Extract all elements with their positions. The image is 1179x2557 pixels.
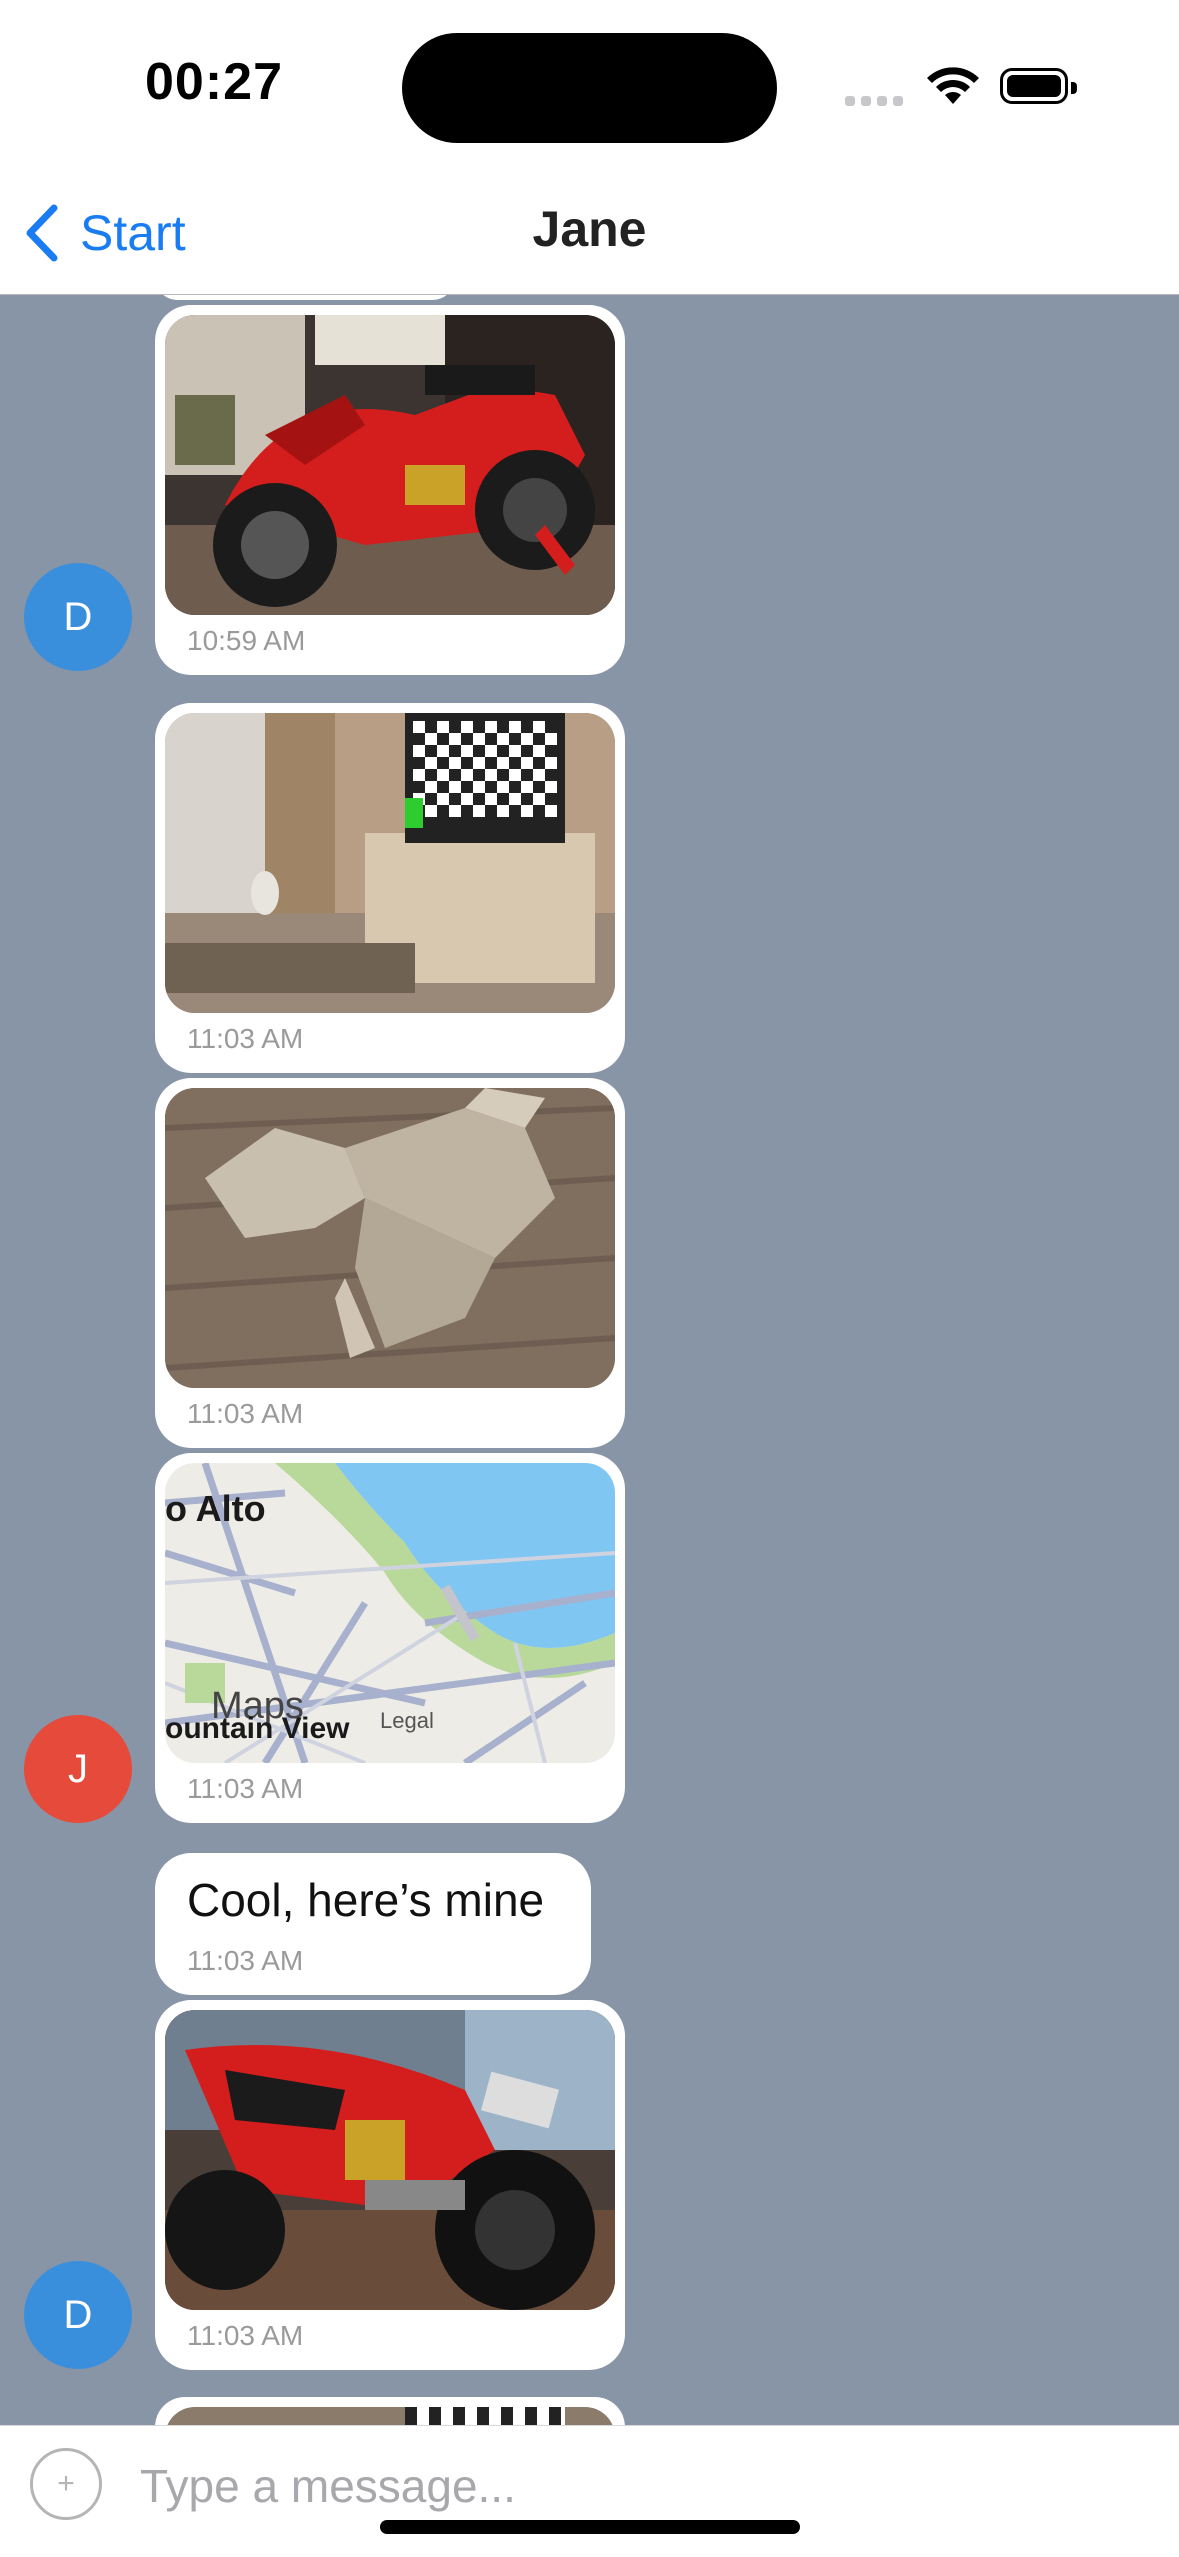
cellular-signal-icon [845,96,905,106]
status-bar: 00:27 [0,0,1179,170]
map-legal-link[interactable]: Legal [380,1708,434,1733]
avatar[interactable]: J [24,1715,132,1823]
motorcycle-rear-photo[interactable] [165,2010,615,2310]
message-time: 11:03 AM [187,1945,304,1976]
map-message-bubble[interactable]: o Alto Maps ountain View Legal 11:03 AM [155,1453,625,1823]
map-snapshot[interactable]: o Alto Maps ountain View Legal [165,1463,615,1763]
message-time: 11:03 AM [187,2320,304,2351]
motorcycle-photo[interactable] [165,315,615,615]
message-composer: + [0,2425,1179,2557]
message-time: 11:03 AM [187,1398,304,1429]
image-message-bubble[interactable]: 11:03 AM [155,703,625,1073]
image-message-bubble[interactable]: 10:59 AM [155,305,625,675]
avatar[interactable]: D [24,2261,132,2369]
message-text: Cool, here’s mine [187,1874,545,1926]
message-input[interactable] [138,2450,1042,2522]
message-time: 10:59 AM [187,625,306,656]
map-label-city: o Alto [165,1488,266,1529]
image-message-bubble[interactable]: 11:03 AM [155,1078,625,1448]
dog-model-photo[interactable] [165,1088,615,1388]
page-title: Jane [532,201,647,257]
partial-message-bubble[interactable] [155,295,455,300]
room-photo[interactable] [165,713,615,1013]
navigation-bar: Start Jane [0,170,1179,295]
battery-icon [1000,68,1077,104]
wifi-icon [927,67,979,104]
status-time: 00:27 [145,53,283,111]
dynamic-island [402,33,777,143]
message-time: 11:03 AM [187,1023,304,1054]
avatar[interactable]: D [24,563,132,671]
message-time: 11:03 AM [187,1773,304,1804]
image-message-bubble[interactable]: 11:03 AM [155,2000,625,2370]
home-indicator[interactable] [380,2520,800,2534]
plus-icon: + [57,2467,75,2500]
message-list[interactable]: 10:59 AM D 11:03 AM 11:03 AM o Alto Maps… [0,295,1179,2425]
partial-message-bubble[interactable] [155,2397,625,2425]
add-attachment-button[interactable]: + [30,2448,102,2520]
text-message-bubble[interactable]: Cool, here’s mine 11:03 AM [155,1853,591,1995]
map-label-city-2: ountain View [165,1712,350,1745]
